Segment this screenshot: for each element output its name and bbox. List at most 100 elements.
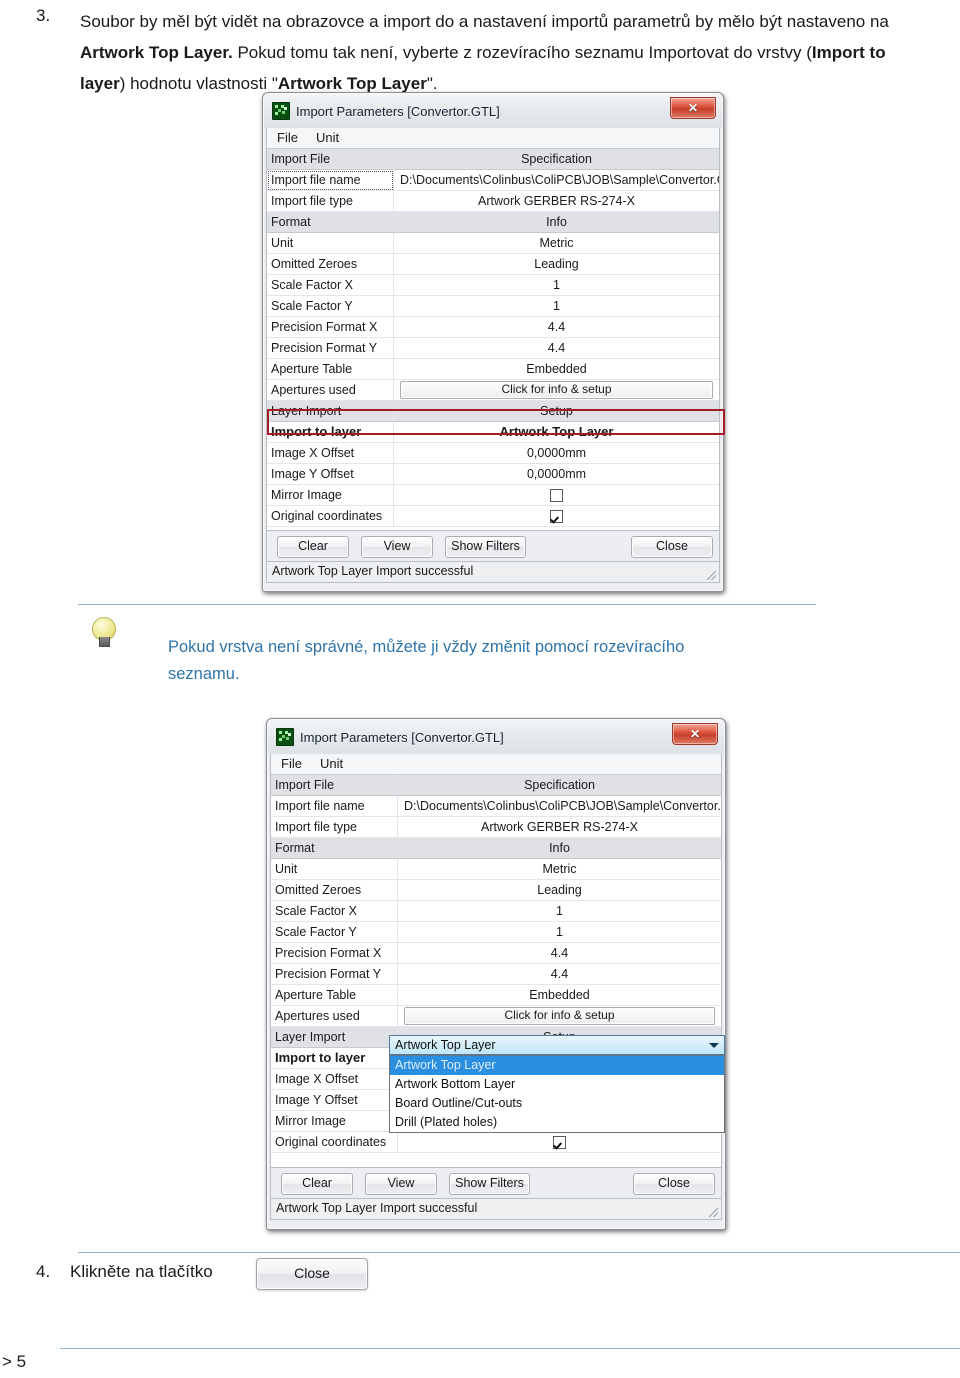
- option-board-outline-cutouts[interactable]: Board Outline/Cut-outs: [390, 1094, 724, 1113]
- close-icon[interactable]: ✕: [672, 723, 718, 745]
- table-row: Mirror Image: [267, 484, 719, 506]
- row-value: Metric: [393, 232, 719, 254]
- option-artwork-bottom-layer[interactable]: Artwork Bottom Layer: [390, 1075, 724, 1094]
- table-row: Import file name D:\Documents\Colinbus\Co…: [271, 795, 721, 817]
- table-row: Image X Offset 0,0000mm: [267, 442, 719, 464]
- dialog-1-menubar[interactable]: File Unit: [266, 125, 720, 149]
- row-key[interactable]: Import file name: [271, 795, 398, 817]
- row-value: Metric: [397, 858, 721, 880]
- clear-button[interactable]: Clear: [281, 1173, 353, 1195]
- dialog-2-menubar[interactable]: File Unit: [270, 751, 722, 775]
- row-value: Click for info & setup: [393, 379, 719, 401]
- original-coordinates-checkbox[interactable]: [553, 1136, 566, 1150]
- table-row: Scale Factor X1: [267, 274, 719, 296]
- pcb-icon: [272, 102, 290, 120]
- clear-button[interactable]: Clear: [277, 536, 349, 558]
- row-key: Scale Factor Y: [271, 921, 398, 943]
- table-row: Omitted Zeroes Leading: [271, 879, 721, 901]
- menu-item-file[interactable]: File: [277, 130, 298, 145]
- row-key: Omitted Zeroes: [267, 253, 394, 275]
- table-row: Unit Metric: [271, 858, 721, 880]
- row-key: Scale Factor X: [267, 274, 394, 296]
- dialog-1-titlebar[interactable]: Import Parameters [Convertor.GTL] ✕: [266, 95, 720, 125]
- import-to-layer-select[interactable]: Artwork Top Layer: [389, 1035, 725, 1055]
- dialog-2-titlebar[interactable]: Import Parameters [Convertor.GTL] ✕: [270, 721, 722, 751]
- table-row: Unit Metric: [267, 232, 719, 254]
- row-key: Precision Format Y: [271, 963, 398, 985]
- footer-divider-bottom: [60, 1348, 960, 1349]
- table-row: Precision Format X 4.4: [271, 942, 721, 964]
- menu-item-file[interactable]: File: [281, 756, 302, 771]
- row-value[interactable]: 0,0000mm: [393, 442, 719, 464]
- row-value: Info: [397, 837, 721, 859]
- table-row: Import File Specification: [267, 149, 719, 170]
- resize-grip-icon[interactable]: [707, 571, 716, 580]
- row-value: 4.4: [393, 337, 719, 359]
- show-filters-button[interactable]: Show Filters: [449, 1173, 530, 1195]
- view-button[interactable]: View: [365, 1173, 437, 1195]
- table-row: Precision Format Y 4.4: [267, 337, 719, 359]
- table-row: Scale Factor Y1: [271, 921, 721, 943]
- table-row: Import file type Artwork GERBER RS-274-X: [271, 816, 721, 838]
- close-icon[interactable]: ✕: [670, 97, 716, 119]
- table-row: Apertures used Click for info & setup: [271, 1005, 721, 1027]
- apertures-info-button[interactable]: Click for info & setup: [404, 1007, 715, 1025]
- show-filters-button[interactable]: Show Filters: [445, 536, 526, 558]
- import-parameters-dialog-1[interactable]: Import Parameters [Convertor.GTL] ✕ File…: [262, 92, 725, 592]
- chevron-down-icon[interactable]: [709, 1043, 719, 1048]
- resize-grip-icon[interactable]: [709, 1208, 718, 1217]
- row-key: Omitted Zeroes: [271, 879, 398, 901]
- table-row: Apertures used Click for info & setup: [267, 379, 719, 401]
- row-key: Layer Import: [267, 400, 394, 422]
- mirror-image-checkbox[interactable]: [550, 489, 563, 503]
- row-value: Setup: [393, 400, 719, 422]
- row-value[interactable]: 0,0000mm: [393, 463, 719, 485]
- row-value[interactable]: Artwork Top Layer: [393, 421, 719, 443]
- row-key: Original coordinates: [271, 1131, 398, 1153]
- row-value: 1: [393, 295, 719, 317]
- menu-item-unit[interactable]: Unit: [320, 756, 343, 771]
- row-key: Precision Format X: [271, 942, 398, 964]
- row-key: Image Y Offset: [267, 463, 394, 485]
- menu-item-unit[interactable]: Unit: [316, 130, 339, 145]
- option-drill-plated-holes[interactable]: Drill (Plated holes): [390, 1113, 724, 1132]
- row-value: Click for info & setup: [397, 1005, 721, 1027]
- row-value: 1: [397, 900, 721, 922]
- row-key: Import File: [271, 775, 398, 796]
- table-row: Scale Factor Y1: [267, 295, 719, 317]
- row-key: Scale Factor Y: [267, 295, 394, 317]
- import-to-layer-selected-value: Artwork Top Layer: [395, 1038, 496, 1052]
- table-row: Layer ImportSetup: [267, 400, 719, 422]
- row-key: Image Y Offset: [271, 1089, 398, 1111]
- row-key: Unit: [271, 858, 398, 880]
- close-button[interactable]: Close: [631, 536, 713, 558]
- table-row: Import File Specification: [271, 775, 721, 796]
- row-key: Precision Format Y: [267, 337, 394, 359]
- option-artwork-top-layer[interactable]: Artwork Top Layer: [390, 1056, 724, 1075]
- inline-close-button[interactable]: Close: [256, 1258, 368, 1290]
- row-value: Specification: [397, 775, 721, 796]
- view-button[interactable]: View: [361, 536, 433, 558]
- table-row: Import file name D:\Documents\Colinbus\Co…: [267, 169, 719, 191]
- row-value: D:\Documents\Colinbus\ColiPCB\JOB\Sample…: [397, 795, 721, 817]
- row-key[interactable]: Import file name: [267, 169, 394, 191]
- import-to-layer-option-list[interactable]: Artwork Top Layer Artwork Bottom Layer B…: [389, 1055, 725, 1133]
- original-coordinates-checkbox[interactable]: [550, 510, 563, 524]
- page-number: > 5: [2, 1352, 27, 1371]
- row-key: Original coordinates: [267, 505, 394, 527]
- row-value: 1: [397, 921, 721, 943]
- import-parameters-dialog-2[interactable]: Import Parameters [Convertor.GTL] ✕ File…: [266, 718, 726, 1230]
- dialog-1-statusbar: Artwork Top Layer Import successful: [266, 562, 720, 583]
- tip-text: Pokud vrstva není správné, můžete ji vžd…: [168, 638, 685, 683]
- row-value: [393, 484, 719, 506]
- row-value: Artwork GERBER RS-274-X: [397, 816, 721, 838]
- close-button[interactable]: Close: [633, 1173, 715, 1195]
- row-key: Import to layer: [271, 1047, 398, 1069]
- apertures-info-button[interactable]: Click for info & setup: [400, 381, 713, 399]
- table-row: Precision Format X 4.4: [267, 316, 719, 338]
- row-value: 4.4: [397, 963, 721, 985]
- step3-text-b: Artwork Top Layer.: [80, 43, 233, 62]
- tip-divider-top: [78, 604, 816, 605]
- footer-divider-top: [78, 1252, 960, 1253]
- table-row: Aperture Table Embedded: [267, 358, 719, 380]
